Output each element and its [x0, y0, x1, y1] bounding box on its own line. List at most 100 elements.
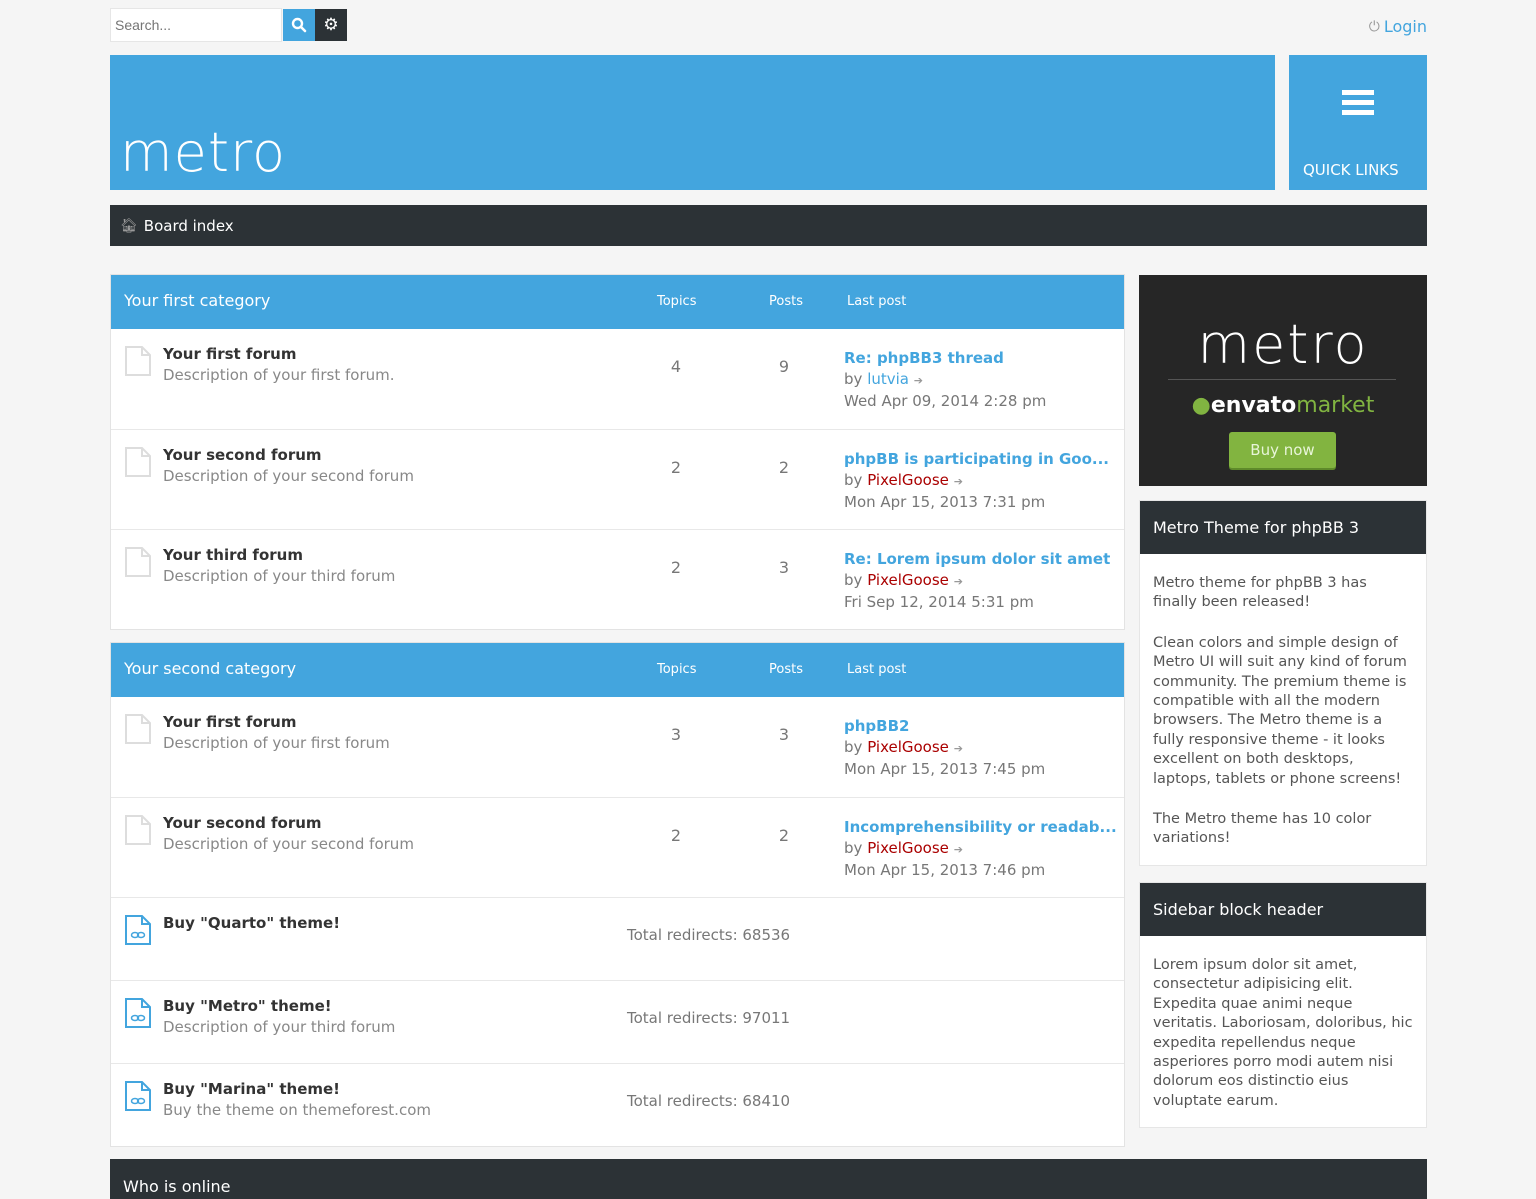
- column-posts: Posts: [769, 294, 803, 309]
- sidebar-block-header: Metro Theme for phpBB 3: [1140, 501, 1426, 554]
- category-header: Your first category Topics Posts Last po…: [111, 275, 1124, 329]
- leaf-icon: ●: [1191, 393, 1211, 418]
- last-post-by: by: [844, 839, 863, 857]
- last-post-title[interactable]: phpBB is participating in Goo...: [844, 449, 1109, 470]
- forum-row: Your second forum Description of your sec…: [111, 429, 1124, 529]
- sidebar-paragraph: Lorem ipsum dolor sit amet, consectetur …: [1153, 957, 1413, 1109]
- forum-link-icon: [125, 998, 151, 1028]
- site-logo[interactable]: metro: [120, 121, 286, 184]
- last-post-date: Mon Apr 15, 2013 7:31 pm: [844, 493, 1046, 511]
- goto-post-icon[interactable]: ➔: [954, 575, 963, 588]
- total-redirects: Total redirects: 97011: [627, 1009, 791, 1027]
- forum-description: Description of your third forum: [163, 567, 396, 585]
- goto-post-icon[interactable]: ➔: [954, 475, 963, 488]
- category-block: Your first category Topics Posts Last po…: [110, 274, 1125, 630]
- category-title[interactable]: Your second category: [124, 659, 296, 678]
- topics-count: 2: [670, 458, 682, 477]
- last-post-title[interactable]: Re: phpBB3 thread: [844, 348, 1046, 369]
- goto-post-icon[interactable]: ➔: [914, 374, 923, 387]
- goto-post-icon[interactable]: ➔: [954, 742, 963, 755]
- who-is-online-title: Who is online: [123, 1177, 231, 1196]
- power-icon: ⏻: [1368, 18, 1380, 35]
- home-icon: 🏠︎: [120, 217, 138, 234]
- posts-count: 9: [778, 357, 790, 376]
- forum-row: Your second forum Description of your sec…: [111, 797, 1124, 897]
- link-forum-description: Description of your third forum: [163, 1018, 396, 1036]
- last-post: Incomprehensibility or readab... by Pixel…: [844, 817, 1117, 881]
- forum-link-icon: [125, 1081, 151, 1111]
- forum-title[interactable]: Your first forum: [163, 345, 296, 363]
- forum-title[interactable]: Your third forum: [163, 546, 303, 564]
- last-post: Re: Lorem ipsum dolor sit amet by PixelGo…: [844, 549, 1110, 613]
- last-post-date: Mon Apr 15, 2013 7:45 pm: [844, 760, 1046, 778]
- last-post: phpBB is participating in Goo... by Pixel…: [844, 449, 1109, 513]
- link-forum-title[interactable]: Buy "Quarto" theme!: [163, 914, 340, 932]
- last-post-title[interactable]: Re: Lorem ipsum dolor sit amet: [844, 549, 1110, 570]
- posts-count: 3: [778, 725, 790, 744]
- search-button[interactable]: [283, 9, 315, 41]
- total-redirects: Total redirects: 68536: [627, 926, 791, 944]
- link-forum-title[interactable]: Buy "Metro" theme!: [163, 997, 332, 1015]
- forum-description: Description of your first forum.: [163, 366, 395, 384]
- last-post-author[interactable]: PixelGoose: [867, 471, 949, 489]
- last-post-author[interactable]: PixelGoose: [867, 571, 949, 589]
- login-link[interactable]: ⏻ Login: [1369, 17, 1427, 36]
- gear-icon: ⚙: [323, 15, 339, 35]
- search-input[interactable]: [110, 8, 282, 42]
- forum-title[interactable]: Your first forum: [163, 713, 296, 731]
- last-post: Re: phpBB3 thread by lutvia ➔ Wed Apr 09, …: [844, 348, 1046, 412]
- sidebar-block-body: Lorem ipsum dolor sit amet, consectetur …: [1140, 936, 1426, 1127]
- category-block: Your second category Topics Posts Last p…: [110, 642, 1125, 1147]
- last-post-author[interactable]: PixelGoose: [867, 738, 949, 756]
- forum-row: Your first forum Description of your firs…: [111, 329, 1124, 429]
- search-icon: [291, 17, 307, 33]
- link-forum-row: Buy "Metro" theme! Description of your th…: [111, 980, 1124, 1063]
- link-forum-description: Buy the theme on themeforest.com: [163, 1101, 431, 1119]
- forum-row: Your third forum Description of your thir…: [111, 529, 1124, 629]
- topics-count: 2: [670, 558, 682, 577]
- last-post-title[interactable]: Incomprehensibility or readab...: [844, 817, 1117, 838]
- column-posts: Posts: [769, 662, 803, 677]
- envato-market-logo: ●envatomarket: [1139, 393, 1427, 418]
- link-forum-title[interactable]: Buy "Marina" theme!: [163, 1080, 340, 1098]
- last-post-by: by: [844, 571, 863, 589]
- column-topics: Topics: [657, 294, 697, 309]
- forum-title[interactable]: Your second forum: [163, 814, 322, 832]
- forum-link-icon: [125, 915, 151, 945]
- posts-count: 3: [778, 558, 790, 577]
- forum-title[interactable]: Your second forum: [163, 446, 322, 464]
- forum-read-icon: [125, 714, 151, 744]
- posts-count: 2: [778, 458, 790, 477]
- column-last-post: Last post: [847, 662, 907, 677]
- login-label: Login: [1383, 17, 1427, 36]
- last-post-author[interactable]: lutvia: [867, 370, 909, 388]
- last-post: phpBB2 by PixelGoose ➔ Mon Apr 15, 2013 7:…: [844, 716, 1045, 780]
- goto-post-icon[interactable]: ➔: [954, 843, 963, 856]
- forum-read-icon: [125, 346, 151, 376]
- topics-count: 4: [670, 357, 682, 376]
- envato-ad[interactable]: metro ●envatomarket Buy now: [1139, 275, 1427, 486]
- breadcrumb: 🏠︎ Board index: [110, 205, 1427, 246]
- total-redirects: Total redirects: 68410: [627, 1092, 791, 1110]
- last-post-author[interactable]: PixelGoose: [867, 839, 949, 857]
- breadcrumb-board-index[interactable]: Board index: [144, 217, 234, 235]
- posts-count: 2: [778, 826, 790, 845]
- sidebar-paragraph: Clean colors and simple design of Metro …: [1153, 634, 1407, 787]
- market-text: market: [1296, 393, 1375, 418]
- sidebar-paragraph: Metro theme for phpBB 3 has finally been…: [1153, 575, 1367, 611]
- last-post-title[interactable]: phpBB2: [844, 716, 1045, 737]
- advanced-search-button[interactable]: ⚙: [315, 9, 347, 41]
- forum-read-icon: [125, 547, 151, 577]
- quick-links-button[interactable]: QUICK LINKS: [1289, 55, 1427, 190]
- ad-logo: metro: [1197, 313, 1369, 376]
- buy-now-button[interactable]: Buy now: [1229, 432, 1336, 468]
- topics-count: 3: [670, 725, 682, 744]
- top-bar: ⚙ ⏻ Login: [110, 8, 1427, 44]
- category-title[interactable]: Your first category: [124, 291, 270, 310]
- sidebar-paragraph: The Metro theme has 10 color variations!: [1153, 811, 1372, 847]
- site-banner[interactable]: metro: [110, 55, 1275, 190]
- forum-description: Description of your second forum: [163, 467, 414, 485]
- forum-description: Description of your second forum: [163, 835, 414, 853]
- forum-read-icon: [125, 815, 151, 845]
- last-post-date: Wed Apr 09, 2014 2:28 pm: [844, 392, 1047, 410]
